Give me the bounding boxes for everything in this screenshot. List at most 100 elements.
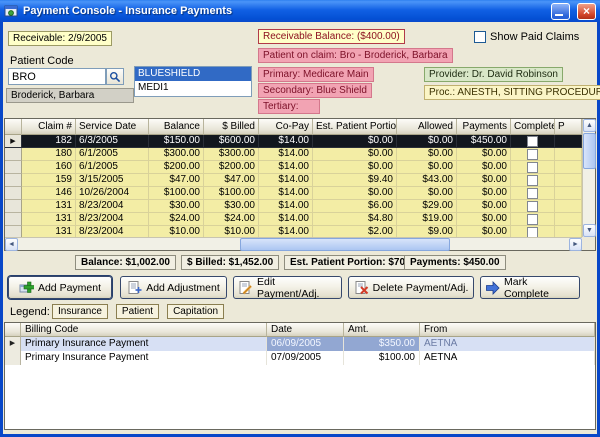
complete-checkbox[interactable]	[527, 136, 538, 147]
claims-cell-extra	[555, 135, 582, 148]
legend-chips: InsurancePatientCapitation	[52, 304, 224, 319]
claims-cell-payments: $0.00	[457, 174, 511, 187]
patient-name-box: Broderick, Barbara	[6, 88, 134, 103]
payments-column-header[interactable]: Amt.	[344, 323, 420, 337]
plans-listbox[interactable]: BLUESHIELDMEDI1	[134, 66, 252, 97]
add-adjustment-icon	[127, 280, 142, 295]
claims-cell-billed: $200.00	[204, 161, 259, 174]
close-button[interactable]: ×	[577, 3, 596, 20]
row-selector: ▶	[5, 337, 21, 351]
claims-cell-payments: $0.00	[457, 187, 511, 200]
claims-cell-claim: 131	[22, 200, 76, 213]
claims-column-header[interactable]: Complete	[511, 119, 555, 135]
payments-grid-header: Billing CodeDateAmt.From	[5, 323, 595, 337]
patient-code-input[interactable]	[8, 68, 106, 85]
scroll-left-button[interactable]: ◄	[5, 238, 18, 251]
claims-column-header[interactable]: P	[555, 119, 582, 135]
scroll-down-button[interactable]: ▼	[583, 224, 596, 237]
claims-row[interactable]: ▶1826/3/2005$150.00$600.00$14.00$0.00$0.…	[5, 135, 582, 148]
claims-cell-allowed: $19.00	[397, 213, 457, 226]
claims-row[interactable]: 14610/26/2004$100.00$100.00$14.00$0.00$0…	[5, 187, 582, 200]
add-adjustment-button[interactable]: Add Adjustment	[120, 276, 227, 299]
claims-row[interactable]: 1318/23/2004$30.00$30.00$14.00$6.00$29.0…	[5, 200, 582, 213]
payments-column-header[interactable]: Date	[267, 323, 344, 337]
complete-cell	[511, 161, 555, 174]
claims-cell-balance: $300.00	[149, 148, 204, 161]
claims-horizontal-scrollbar[interactable]: ◄ ►	[5, 237, 582, 250]
complete-cell	[511, 187, 555, 200]
claims-row[interactable]: 1806/1/2005$300.00$300.00$14.00$0.00$0.0…	[5, 148, 582, 161]
claims-cell-copay: $14.00	[259, 226, 313, 237]
delete-payment-button[interactable]: Delete Payment/Adj.	[348, 276, 474, 299]
complete-checkbox[interactable]	[527, 149, 538, 160]
payments-header-selector	[5, 323, 21, 337]
claims-column-header[interactable]: Est. Patient Portion	[313, 119, 397, 135]
window-title: Payment Console - Insurance Payments	[23, 5, 232, 17]
claims-column-header[interactable]: $ Billed	[204, 119, 259, 135]
plan-item[interactable]: MEDI1	[135, 81, 251, 95]
claims-row[interactable]: 1606/1/2005$200.00$200.00$14.00$0.00$0.0…	[5, 161, 582, 174]
scroll-up-button[interactable]: ▲	[583, 119, 596, 132]
claims-column-header[interactable]: Balance	[149, 119, 204, 135]
claims-cell-allowed: $0.00	[397, 187, 457, 200]
row-selector	[5, 148, 22, 161]
claims-vertical-scrollbar[interactable]: ▲ ▼	[582, 119, 595, 237]
show-paid-claims-checkbox[interactable]	[474, 31, 486, 43]
titlebar-buttons: ×	[551, 3, 596, 20]
payments-column-header[interactable]: From	[420, 323, 595, 337]
claims-cell-est_patient: $4.80	[313, 213, 397, 226]
complete-checkbox[interactable]	[527, 175, 538, 186]
claims-cell-copay: $14.00	[259, 213, 313, 226]
claims-cell-claim: 180	[22, 148, 76, 161]
claims-column-header[interactable]: Co-Pay	[259, 119, 313, 135]
complete-cell	[511, 135, 555, 148]
claims-cell-est_patient: $9.40	[313, 174, 397, 187]
claims-column-header[interactable]: Allowed	[397, 119, 457, 135]
claims-column-header[interactable]: Claim #	[22, 119, 76, 135]
claims-cell-billed: $24.00	[204, 213, 259, 226]
edit-payment-button[interactable]: Edit Payment/Adj.	[233, 276, 342, 299]
mark-complete-button[interactable]: Mark Complete	[480, 276, 580, 299]
app-icon	[4, 4, 18, 18]
complete-checkbox[interactable]	[527, 188, 538, 199]
search-icon	[109, 71, 121, 83]
payment-cell-date: 06/09/2005	[267, 337, 344, 351]
add-payment-button[interactable]: Add Payment	[8, 276, 112, 299]
payment-row[interactable]: Primary Insurance Payment07/09/2005$100.…	[5, 351, 595, 365]
claims-cell-copay: $14.00	[259, 174, 313, 187]
complete-checkbox[interactable]	[527, 201, 538, 212]
claims-grid-header: Claim #Service DateBalance$ BilledCo-Pay…	[5, 119, 582, 135]
claims-cell-payments: $0.00	[457, 200, 511, 213]
payment-row[interactable]: ▶Primary Insurance Payment06/09/2005$350…	[5, 337, 595, 351]
claims-column-header[interactable]: Service Date	[76, 119, 149, 135]
search-button[interactable]	[106, 68, 124, 85]
claims-cell-est_patient: $0.00	[313, 187, 397, 200]
claims-cell-balance: $100.00	[149, 187, 204, 200]
claims-row[interactable]: 1318/23/2004$10.00$10.00$14.00$2.00$9.00…	[5, 226, 582, 237]
row-selector: ▶	[5, 135, 22, 148]
claims-row[interactable]: 1593/15/2005$47.00$47.00$14.00$9.40$43.0…	[5, 174, 582, 187]
claims-column-header[interactable]: Payments	[457, 119, 511, 135]
complete-checkbox[interactable]	[527, 227, 538, 238]
claims-row[interactable]: 1318/23/2004$24.00$24.00$14.00$4.80$19.0…	[5, 213, 582, 226]
vertical-scroll-thumb[interactable]	[583, 133, 596, 169]
payments-column-header[interactable]: Billing Code	[21, 323, 267, 337]
horizontal-scroll-thumb[interactable]	[240, 238, 450, 251]
receivable-balance-label: Receivable Balance: ($400.00)	[258, 29, 405, 44]
minimize-button[interactable]	[551, 3, 570, 20]
claims-cell-service_date: 10/26/2004	[76, 187, 149, 200]
complete-checkbox[interactable]	[527, 162, 538, 173]
claims-cell-balance: $10.00	[149, 226, 204, 237]
payments-grid: Billing CodeDateAmt.From ▶Primary Insura…	[4, 322, 596, 430]
claims-cell-copay: $14.00	[259, 135, 313, 148]
add-adjustment-label: Add Adjustment	[146, 282, 220, 294]
claims-cell-est_patient: $0.00	[313, 161, 397, 174]
plan-item[interactable]: BLUESHIELD	[135, 67, 251, 81]
titlebar: Payment Console - Insurance Payments ×	[0, 0, 600, 22]
claims-cell-billed: $30.00	[204, 200, 259, 213]
scroll-right-button[interactable]: ►	[569, 238, 582, 251]
complete-checkbox[interactable]	[527, 214, 538, 225]
claims-cell-service_date: 8/23/2004	[76, 200, 149, 213]
row-selector	[5, 351, 21, 365]
claims-cell-allowed: $0.00	[397, 161, 457, 174]
